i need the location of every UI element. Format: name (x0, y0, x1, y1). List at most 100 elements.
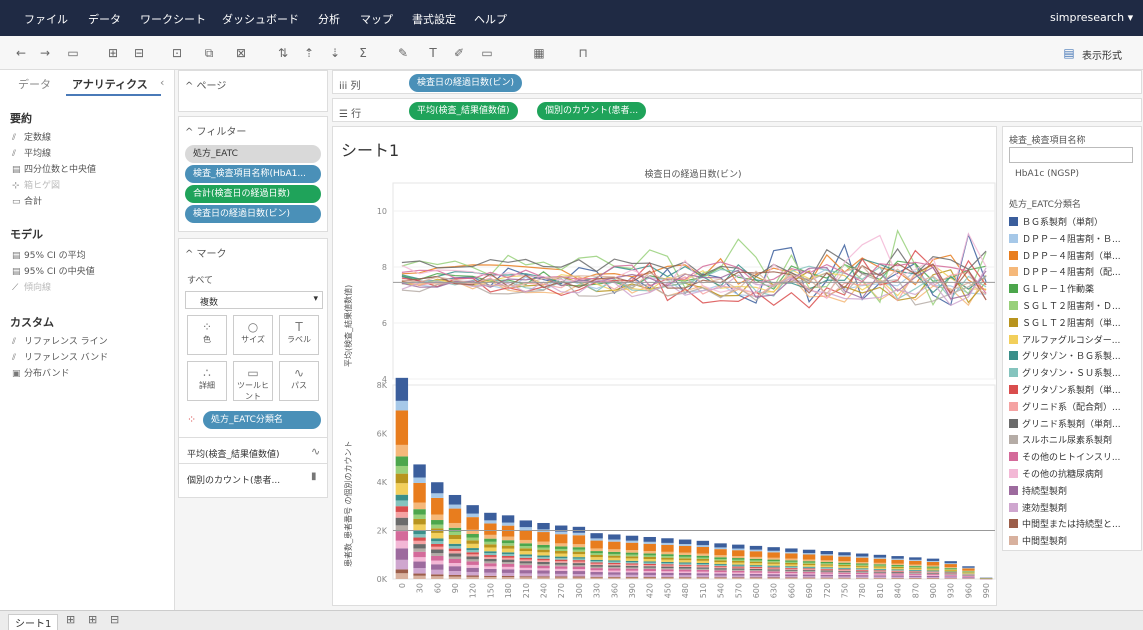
new-dashboard-icon[interactable]: ⊞ (88, 613, 97, 626)
legend-item[interactable]: 中間型製剤 (1009, 534, 1139, 547)
bar-segment (856, 569, 869, 571)
path-button[interactable]: ∿ パス (279, 361, 319, 401)
color-pill-eatc[interactable]: 処方_EATC分類名 (203, 411, 321, 429)
highlight-icon[interactable]: ✎ (394, 44, 412, 62)
item-constant-line[interactable]: ⫽ 定数線 (12, 130, 51, 143)
legend-item[interactable]: アルファグルコシダー... (1009, 333, 1139, 346)
back-icon[interactable]: ← (12, 44, 30, 62)
item-reference-line[interactable]: ⫽ リファレンス ライン (12, 334, 108, 347)
item-reference-band[interactable]: ⫽ リファレンス バンド (12, 350, 108, 363)
user-menu[interactable]: simpresearch ▾ (1050, 11, 1133, 24)
bar-segment (749, 558, 763, 561)
menu-analysis[interactable]: 分析 (318, 11, 340, 27)
legend-item[interactable]: ＤＰＰ－４阻害剤（配... (1009, 265, 1139, 278)
bar-segment (802, 577, 816, 579)
tab-analytics[interactable]: アナリティクス (72, 76, 148, 92)
bar-segment (661, 551, 674, 555)
bar-segment (909, 576, 922, 578)
menu-file[interactable]: ファイル (24, 11, 68, 27)
swap-icon[interactable]: ⇅ (274, 44, 292, 62)
filter-pill-sum-days[interactable]: 合計(検査日の経過日数) (185, 185, 321, 203)
bar-segment (678, 552, 692, 555)
filter-pill-days-bin[interactable]: 検査日の経過日数(ビン) (185, 205, 321, 223)
tooltip-icon[interactable]: ✐ (450, 44, 468, 62)
new-sheet-icon[interactable]: ⊞ (66, 613, 75, 626)
bar-segment (767, 563, 780, 566)
bar-segment (732, 566, 745, 568)
mark-type-dropdown[interactable]: 複数 ▾ (185, 291, 323, 309)
columns-pill[interactable]: 検査日の経過日数(ビン) (409, 74, 523, 92)
marks-sub-count[interactable]: 個別のカウント(患者... (187, 473, 280, 486)
label-button[interactable]: T ラベル (279, 315, 319, 355)
tooltip-button[interactable]: ▭ ツールヒント (233, 361, 273, 401)
filter-pill-eatc[interactable]: 処方_EATC (185, 145, 321, 163)
totals-icon[interactable]: Σ (354, 44, 372, 62)
show-me-button[interactable]: 表示形式 (1082, 47, 1122, 62)
size-button[interactable]: ○ サイズ (233, 315, 273, 355)
bar-segment (678, 572, 692, 576)
x-tick-label: 420 (646, 583, 655, 598)
legend-item[interactable]: スルホニル尿素系製剤 (1009, 433, 1139, 446)
item-ci-median[interactable]: ▤ 95% CI の中央値 (12, 264, 95, 277)
legend-item[interactable]: 中間型または持続型と... (1009, 517, 1139, 530)
bar-segment (395, 494, 409, 501)
rows-pill-count[interactable]: 個別のカウント(患者... (537, 102, 647, 120)
legend-item[interactable]: グリニド系（配合剤）... (1009, 400, 1139, 413)
filter-pill-item-name[interactable]: 検査_検査項目名称(HbA1... (185, 165, 321, 183)
bar-segment (838, 564, 851, 567)
legend-item[interactable]: ＳＧＬＴ２阻害剤・Ｄ... (1009, 299, 1139, 312)
fix-axes-icon[interactable]: ▦ (530, 44, 548, 62)
duplicate-icon[interactable]: ⧉ (200, 44, 218, 62)
bar-segment (785, 570, 798, 572)
color-button[interactable]: ⁘ 色 (187, 315, 227, 355)
legend-item[interactable]: ＧＬＰ－１作動薬 (1009, 282, 1139, 295)
item-average-line[interactable]: ⫽ 平均線 (12, 146, 51, 159)
fit-icon[interactable]: ▭ (478, 44, 496, 62)
legend-item[interactable]: グリタゾン・ＢＧ系製... (1009, 349, 1139, 362)
legend-item[interactable]: グリタゾン・ＳＵ系製... (1009, 366, 1139, 379)
legend-item[interactable]: グリニド系製剤（単剤... (1009, 417, 1139, 430)
show-me-icon[interactable]: ▤ (1060, 44, 1078, 62)
sheet-tab[interactable]: シート1 (8, 614, 59, 630)
rows-pill-avg[interactable]: 平均(検査_結果値数値) (409, 102, 518, 120)
clear-sheet-icon[interactable]: ⊠ (232, 44, 250, 62)
new-sheet-icon[interactable]: ⊡ (168, 44, 186, 62)
tab-data[interactable]: データ (18, 76, 51, 92)
save-icon[interactable]: ▭ (64, 44, 82, 62)
legend-item[interactable]: その他のヒトインスリ... (1009, 450, 1139, 463)
label-icon[interactable]: T (424, 44, 442, 62)
legend-label: ＧＬＰ－１作動薬 (1022, 285, 1095, 296)
legend-item[interactable]: ＢＧ系製剤（単剤） (1009, 215, 1139, 228)
bar-segment (448, 504, 462, 509)
new-story-icon[interactable]: ⊟ (110, 613, 119, 626)
presentation-icon[interactable]: ⊓ (574, 44, 592, 62)
marks-sub-avg[interactable]: 平均(検査_結果値数値) (187, 447, 280, 460)
detail-button[interactable]: ∴ 詳細 (187, 361, 227, 401)
legend-item[interactable]: その他の抗糖尿病剤 (1009, 467, 1139, 480)
menu-format[interactable]: 書式設定 (412, 11, 456, 27)
pause-icon[interactable]: ⊟ (130, 44, 148, 62)
new-datasource-icon[interactable]: ⊞ (104, 44, 122, 62)
item-ci-mean[interactable]: ▤ 95% CI の平均 (12, 248, 86, 261)
item-median-quartiles[interactable]: ▤ 四分位数と中央値 (12, 162, 96, 175)
legend-item[interactable]: グリタゾン系製剤（単... (1009, 383, 1139, 396)
menu-dashboard[interactable]: ダッシュボード (222, 11, 299, 27)
legend-item[interactable]: 持続型製剤 (1009, 484, 1139, 497)
sort-asc-icon[interactable]: ⇡ (300, 44, 318, 62)
item-totals[interactable]: ▭ 合計 (12, 194, 42, 207)
legend-item[interactable]: 速効型製剤 (1009, 501, 1139, 514)
filter-card-value[interactable]: HbA1c (NGSP) (1015, 169, 1079, 179)
menu-data[interactable]: データ (88, 11, 121, 27)
legend-item[interactable]: ＳＧＬＴ２阻害剤（単... (1009, 316, 1139, 329)
sort-desc-icon[interactable]: ⇣ (326, 44, 344, 62)
legend-item[interactable]: ＤＰＰ－４阻害剤・Ｂ... (1009, 232, 1139, 245)
menu-worksheet[interactable]: ワークシート (140, 11, 206, 27)
legend-item[interactable]: ＤＰＰ－４阻害剤（単... (1009, 249, 1139, 262)
forward-icon[interactable]: → (36, 44, 54, 62)
item-distribution-band[interactable]: ▣ 分布バンド (12, 366, 69, 379)
filter-search-input[interactable] (1009, 147, 1133, 163)
menu-map[interactable]: マップ (360, 11, 393, 27)
menu-help[interactable]: ヘルプ (474, 11, 507, 27)
collapse-icon[interactable]: ‹ (160, 76, 164, 89)
bar-segment (732, 559, 745, 561)
